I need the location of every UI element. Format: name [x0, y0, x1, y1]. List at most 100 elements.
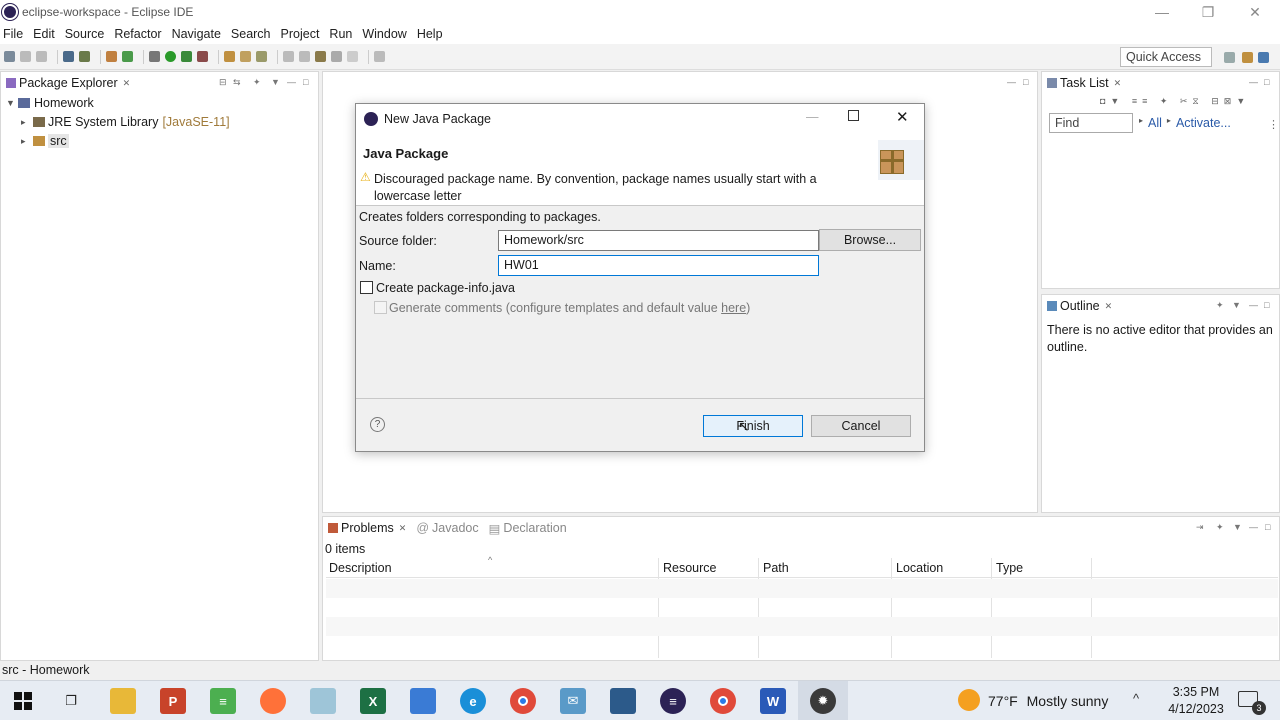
clock[interactable]: 3:35 PM 4/12/2023 — [1162, 684, 1230, 718]
firefox-icon[interactable] — [260, 688, 286, 714]
menu-window[interactable]: Window — [362, 27, 406, 41]
outline-tab[interactable]: Outline ✕ — [1042, 295, 1279, 317]
link-editor-icon[interactable]: ⇆ — [233, 77, 241, 88]
create-package-info-checkbox[interactable] — [360, 281, 373, 294]
start-icon[interactable] — [10, 688, 36, 714]
run-icon[interactable] — [165, 51, 176, 62]
mail-icon[interactable]: ✉ — [560, 688, 586, 714]
task-find-input[interactable]: Find — [1049, 113, 1133, 133]
minimize-view-icon[interactable]: — — [1249, 300, 1258, 310]
tree-item-homework[interactable]: ▼ Homework — [6, 96, 94, 110]
eclipse-active-icon[interactable]: ✹ — [810, 688, 836, 714]
maximize-view-icon[interactable]: □ — [1265, 522, 1270, 532]
generate-comments-checkbox[interactable] — [374, 301, 387, 314]
menu-source[interactable]: Source — [65, 27, 105, 41]
annotation-next-icon[interactable] — [283, 51, 294, 62]
menu-run[interactable]: Run — [329, 27, 352, 41]
eclipse-icon[interactable]: ≡ — [660, 688, 686, 714]
activate-link[interactable]: Activate... — [1176, 116, 1231, 130]
filter-icon[interactable]: ⇥ — [1196, 522, 1204, 533]
column-resource[interactable]: Resource — [663, 561, 717, 575]
all-link[interactable]: All — [1148, 116, 1162, 130]
java-ee-perspective-icon[interactable] — [1242, 52, 1253, 63]
menu-search[interactable]: Search — [231, 27, 271, 41]
tree-item-src[interactable]: ▸ src — [21, 134, 69, 148]
column-type[interactable]: Type — [996, 561, 1023, 575]
chevron-down-icon[interactable]: ▼ — [6, 98, 18, 108]
collapse-all-icon[interactable]: ⊟ — [219, 77, 227, 88]
show-hidden-icons-icon[interactable]: ^ — [1133, 691, 1139, 706]
back-icon[interactable] — [331, 51, 342, 62]
debug-icon[interactable] — [149, 51, 160, 62]
help-icon[interactable]: ? — [370, 417, 385, 432]
maximize-editor-icon[interactable]: □ — [1023, 77, 1028, 87]
excel-icon[interactable]: X — [360, 688, 386, 714]
cancel-button[interactable]: Cancel — [811, 415, 911, 437]
close-tab-icon[interactable]: ✕ — [123, 78, 131, 89]
annotation-prev-icon[interactable] — [299, 51, 310, 62]
open-type-icon[interactable] — [224, 51, 235, 62]
tab-declaration[interactable]: Declaration — [503, 521, 566, 535]
skip-breakpoints-icon[interactable] — [79, 51, 90, 62]
menu-refactor[interactable]: Refactor — [114, 27, 161, 41]
task-list-tab[interactable]: Task List ✕ — [1042, 72, 1279, 94]
visual-studio-icon[interactable] — [610, 688, 636, 714]
view-menu-icon[interactable]: ✦ — [1216, 522, 1224, 533]
task-view-icon[interactable]: ❐ — [58, 688, 84, 714]
minimize-view-icon[interactable]: — — [1249, 522, 1258, 532]
store-icon[interactable] — [410, 688, 436, 714]
search-icon[interactable] — [256, 51, 267, 62]
dialog-close-icon[interactable]: ✕ — [896, 108, 909, 126]
powerpoint-icon[interactable]: P — [160, 688, 186, 714]
open-task-icon[interactable] — [240, 51, 251, 62]
column-path[interactable]: Path — [763, 561, 789, 575]
view-menu-icon[interactable]: ✦ — [1216, 300, 1224, 311]
column-description[interactable]: Description — [329, 561, 392, 575]
file-explorer-icon[interactable] — [110, 688, 136, 714]
view-menu-icon[interactable]: ✦ — [253, 77, 261, 88]
minimize-button[interactable]: — — [1139, 0, 1185, 24]
close-tab-icon[interactable]: ✕ — [399, 523, 407, 534]
new-package-icon[interactable] — [122, 51, 133, 62]
menu-help[interactable]: Help — [417, 27, 443, 41]
package-name-input[interactable]: HW01 — [498, 255, 819, 276]
new-icon[interactable] — [4, 51, 15, 62]
task-list-toolbar[interactable]: ◘▼ ≡≡ ✦ ✂⧖ ⊟⊠▼ — [1100, 96, 1250, 107]
source-folder-input[interactable]: Homework/src — [498, 230, 819, 251]
tab-problems[interactable]: Problems — [341, 521, 394, 535]
chevron-right-icon[interactable]: ▸ — [21, 136, 33, 147]
close-tab-icon[interactable]: ✕ — [1114, 78, 1122, 89]
view-menu-chevron-icon[interactable]: ▼ — [271, 77, 280, 87]
external-tools-icon[interactable] — [197, 51, 208, 62]
menu-project[interactable]: Project — [281, 27, 320, 41]
close-tab-icon[interactable]: ✕ — [1105, 301, 1113, 312]
open-perspective-icon[interactable] — [1224, 52, 1235, 63]
view-menu-chevron-icon[interactable]: ▼ — [1232, 300, 1241, 310]
maximize-view-icon[interactable]: □ — [1264, 300, 1269, 310]
tree-item-jre[interactable]: ▸ JRE System Library [JavaSE-11] — [21, 115, 230, 129]
chevron-right-icon[interactable]: ▸ — [21, 117, 33, 128]
quick-access-input[interactable]: Quick Access — [1120, 47, 1212, 67]
notepad-plus-icon[interactable]: ≡ — [210, 688, 236, 714]
weather-widget[interactable]: 77°F Mostly sunny — [988, 693, 1108, 709]
here-link[interactable]: here — [721, 301, 746, 315]
minimize-editor-icon[interactable]: — — [1007, 77, 1016, 87]
app-icon[interactable] — [310, 688, 336, 714]
pin-editor-icon[interactable] — [374, 51, 385, 62]
column-location[interactable]: Location — [896, 561, 943, 575]
weather-sun-icon[interactable] — [958, 689, 980, 711]
chrome-icon[interactable] — [510, 688, 536, 714]
browse-button[interactable]: Browse... — [819, 229, 921, 251]
forward-icon[interactable] — [347, 51, 358, 62]
maximize-view-icon[interactable]: □ — [1264, 77, 1269, 87]
more-options-icon[interactable]: ⋮ — [1268, 118, 1279, 131]
tab-javadoc[interactable]: Javadoc — [432, 521, 479, 535]
chrome-profile-icon[interactable] — [710, 688, 736, 714]
save-all-icon[interactable] — [36, 51, 47, 62]
java-perspective-icon[interactable] — [1258, 52, 1269, 63]
view-menu-chevron-icon[interactable]: ▼ — [1233, 522, 1242, 532]
dialog-maximize-icon[interactable] — [848, 110, 859, 121]
console-icon[interactable] — [63, 51, 74, 62]
minimize-view-icon[interactable]: — — [1249, 77, 1258, 87]
coverage-icon[interactable] — [181, 51, 192, 62]
